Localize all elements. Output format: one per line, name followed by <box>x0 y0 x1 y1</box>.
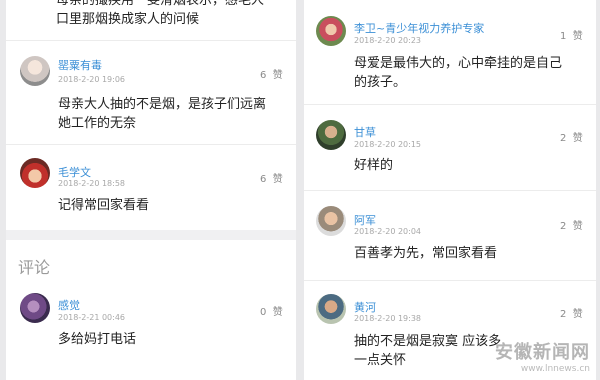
comment-item[interactable]: 阿军 2018-2-20 20:04 2 赞 百善孝为先，常回家看看 <box>304 190 596 280</box>
like-label: 赞 <box>572 133 583 144</box>
watermark-logo: 安徽新闻网 <box>495 342 590 363</box>
comment-text: 母爱是最伟大的，心中牵挂的是自己 <box>354 56 563 71</box>
like-button[interactable]: 2 赞 <box>560 217 583 232</box>
like-button[interactable]: 1 赞 <box>560 27 583 42</box>
commenter-name[interactable]: 罂粟有毒 <box>58 57 102 73</box>
comment-time: 2018-2-20 18:58 <box>58 179 125 188</box>
like-button[interactable]: 2 赞 <box>560 305 583 320</box>
comment-text: 母亲大人抽的不是烟，是孩子们远离 <box>58 97 267 112</box>
like-label: 赞 <box>272 174 283 185</box>
comment-text: 口里那烟换成家人的问候 <box>56 12 200 27</box>
like-button[interactable]: 0 赞 <box>260 303 283 318</box>
avatar[interactable] <box>20 293 50 323</box>
comment-time: 2018-2-20 20:23 <box>354 36 421 45</box>
like-label: 赞 <box>572 221 583 232</box>
like-count: 2 <box>560 133 567 144</box>
like-button[interactable]: 6 赞 <box>260 170 283 185</box>
commenter-name[interactable]: 李卫~青少年视力养护专家 <box>354 20 484 36</box>
like-button[interactable]: 2 赞 <box>560 129 583 144</box>
like-count: 6 <box>260 70 267 81</box>
like-label: 赞 <box>272 70 283 81</box>
section-separator <box>6 230 296 240</box>
avatar[interactable] <box>316 120 346 150</box>
commenter-name[interactable]: 感觉 <box>58 297 80 313</box>
comment-item[interactable]: 毛学文 2018-2-20 18:58 6 赞 记得常回家看看 <box>6 144 296 232</box>
like-count: 0 <box>260 307 267 318</box>
like-label: 赞 <box>272 307 283 318</box>
avatar[interactable] <box>316 294 346 324</box>
avatar[interactable] <box>20 158 50 188</box>
like-count: 2 <box>560 309 567 320</box>
comment-text: 她工作的无奈 <box>58 116 137 131</box>
comment-item[interactable]: 罂粟有毒 2018-2-20 19:06 6 赞 母亲大人抽的不是烟，是孩子们远… <box>6 40 296 144</box>
commenter-name[interactable]: 毛学文 <box>58 164 91 180</box>
like-count: 1 <box>560 31 567 42</box>
watermark-url: www.lnnews.cn <box>520 364 590 374</box>
comment-text: 母亲的撮疾用一斐滑烟表示，感毛人 <box>56 0 265 8</box>
avatar[interactable] <box>20 56 50 86</box>
like-count: 2 <box>560 221 567 232</box>
comment-item[interactable]: 感觉 2018-2-21 00:46 0 赞 多给妈打电话 <box>6 284 296 380</box>
comment-text: 一点关怀 <box>354 353 407 368</box>
section-title: 评论 <box>18 258 51 277</box>
like-button[interactable]: 6 赞 <box>260 66 283 81</box>
comment-text: 记得常回家看看 <box>58 198 150 213</box>
comment-text: 好样的 <box>354 158 394 173</box>
comment-text: 多给妈打电话 <box>58 332 137 347</box>
comment-time: 2018-2-20 19:06 <box>58 75 125 84</box>
like-label: 赞 <box>572 31 583 42</box>
comment-time: 2018-2-20 20:15 <box>354 140 421 149</box>
comment-time: 2018-2-20 19:38 <box>354 314 421 323</box>
comment-text: 的孩子。 <box>354 75 407 90</box>
left-comment-panel: 母亲的撮疾用一斐滑烟表示，感毛人 口里那烟换成家人的问候 罂粟有毒 2018-2… <box>6 0 296 380</box>
like-count: 6 <box>260 174 267 185</box>
right-comment-panel: 李卫~青少年视力养护专家 2018-2-20 20:23 1 赞 母爱是最伟大的… <box>304 0 596 380</box>
avatar[interactable] <box>316 16 346 46</box>
commenter-name[interactable]: 阿军 <box>354 212 376 228</box>
comment-item[interactable]: 李卫~青少年视力养护专家 2018-2-20 20:23 1 赞 母爱是最伟大的… <box>304 0 596 104</box>
comment-item[interactable]: 甘草 2018-2-20 20:15 2 赞 好样的 <box>304 104 596 190</box>
watermark: 安徽新闻网 www.lnnews.cn <box>495 338 590 374</box>
comment-time: 2018-2-20 20:04 <box>354 227 421 236</box>
commenter-name[interactable]: 黄河 <box>354 299 376 315</box>
commenter-name[interactable]: 甘草 <box>354 124 376 140</box>
avatar[interactable] <box>316 206 346 236</box>
comment-text: 抽的不是烟是寂寞 应该多 <box>354 334 502 349</box>
like-label: 赞 <box>572 309 583 320</box>
comment-text: 百善孝为先，常回家看看 <box>354 246 498 261</box>
comment-time: 2018-2-21 00:46 <box>58 313 125 322</box>
